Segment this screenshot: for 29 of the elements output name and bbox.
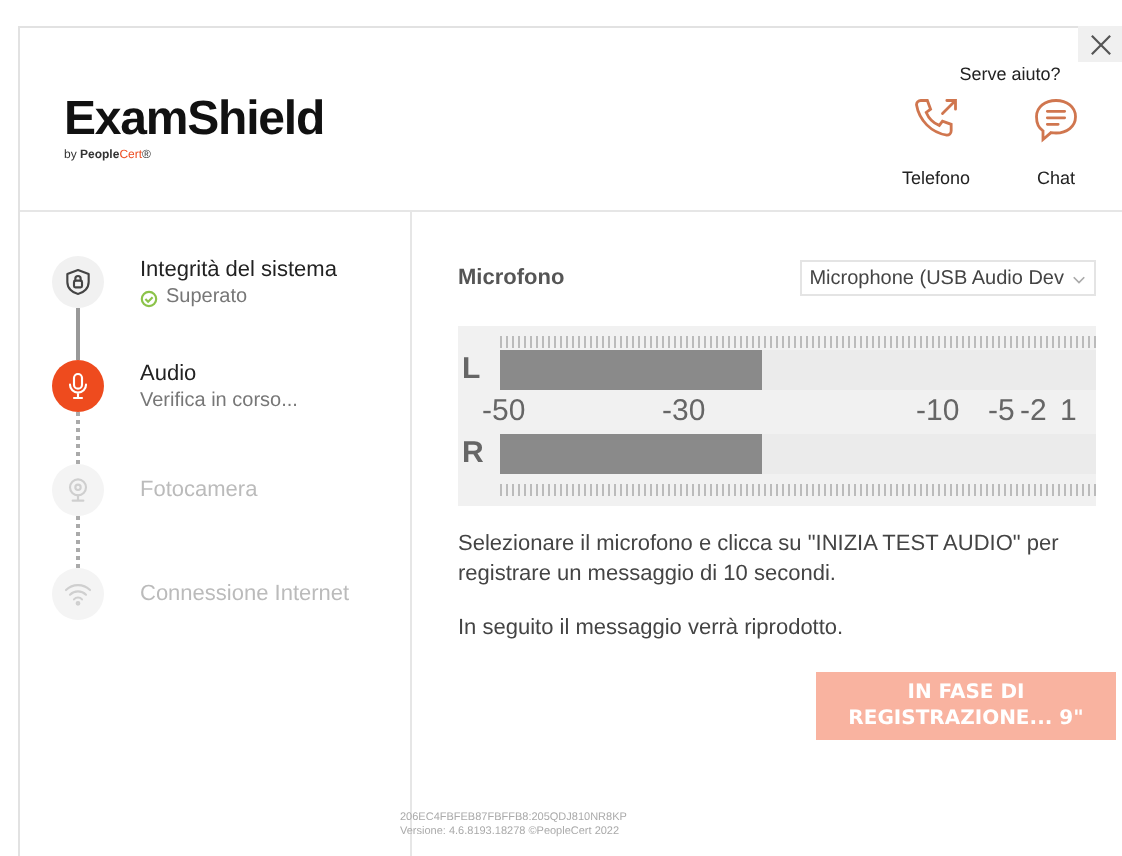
device-select[interactable]: Microphone (USB Audio Dev: [799, 260, 1096, 296]
help-title: Serve aiuto?: [959, 62, 1061, 88]
step-title: Audio: [140, 360, 199, 388]
chat-bubble-icon: [1030, 93, 1082, 145]
scale-label: -2: [1020, 391, 1049, 432]
help-button[interactable]: Chat: [1018, 93, 1094, 192]
scale-label: -10: [916, 391, 962, 432]
logo-text: ExamShield: [64, 92, 325, 148]
check-circle-icon: [140, 289, 158, 307]
instruction-text: In seguito il messaggio verrà riprodotto.: [458, 614, 846, 644]
channel-label: L: [462, 349, 483, 390]
step-title: Integrità del sistema: [140, 256, 337, 284]
help-button[interactable]: Telefono: [898, 93, 974, 192]
scale-label: -5: [988, 391, 1017, 432]
scale-label: 1: [1060, 391, 1077, 432]
channel-label: R: [462, 433, 486, 474]
microphone-label: Microfono: [458, 263, 565, 294]
step-title: Fotocamera: [140, 476, 258, 504]
instruction-text: Selezionare il microfono e clicca su "INIZIA TEST AUDIO" per registrare un messaggio di 10 secondi.: [458, 530, 1061, 590]
step-title: Connessione Internet: [140, 580, 350, 608]
step-status: Verifica in corso...: [140, 388, 298, 416]
scale-label: -30: [662, 391, 708, 432]
chevron-down-icon: [1072, 271, 1086, 285]
scale-label: -50: [482, 391, 528, 432]
shield-lock-icon: [62, 266, 94, 298]
close-button[interactable]: [1078, 26, 1122, 62]
step-status: Superato: [140, 284, 337, 312]
wifi-icon: [62, 578, 94, 610]
close-icon: [1089, 33, 1111, 55]
